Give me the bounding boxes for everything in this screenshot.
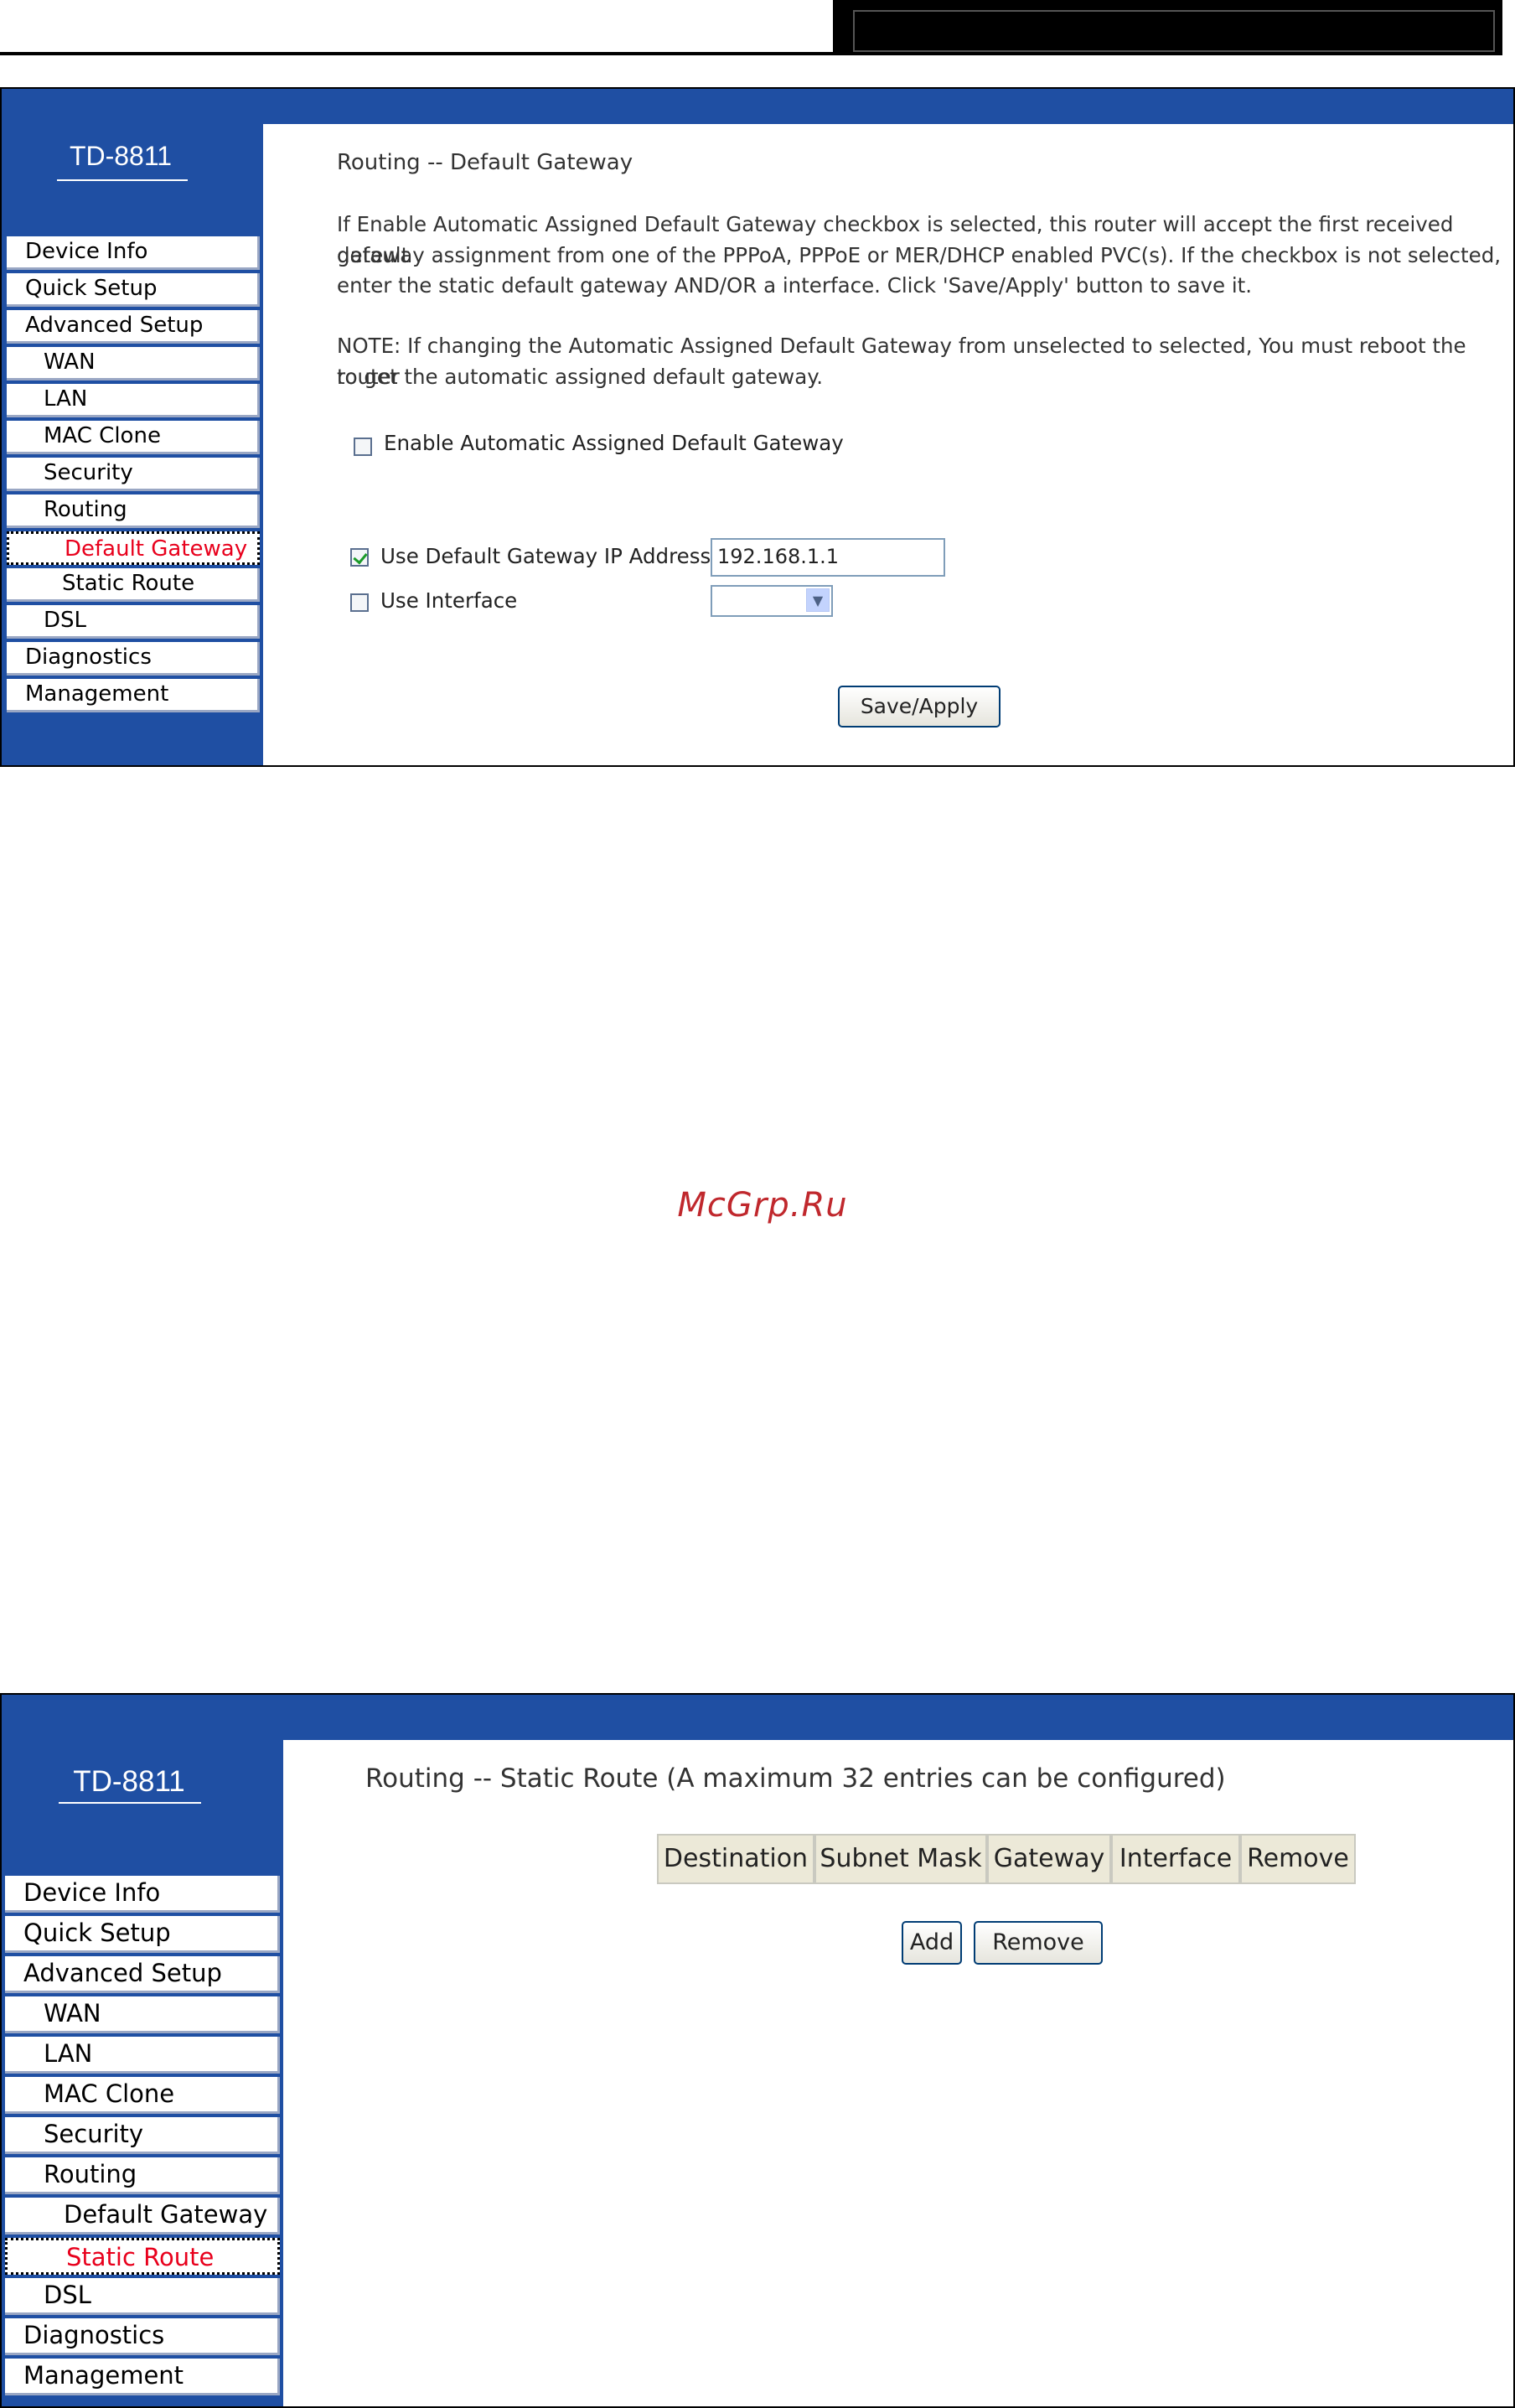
router-screen-default-gateway: TD-8811 Device Info Quick Setup Advanced S… [0, 87, 1515, 767]
sidebar-item-lan[interactable]: LAN [7, 384, 260, 417]
watermark-text: McGrp.Ru [677, 1186, 848, 1225]
sidebar-item-dsl[interactable]: DSL [7, 605, 260, 639]
sidebar-item-security[interactable]: Security [7, 458, 260, 491]
save-apply-button[interactable]: Save/Apply [838, 686, 1001, 728]
sidebar-item-device-info[interactable]: Device Info [5, 1876, 280, 1913]
remove-button[interactable]: Remove [974, 1921, 1103, 1965]
sidebar-item-routing[interactable]: Routing [7, 495, 260, 528]
sidebar-item-wan[interactable]: WAN [5, 1996, 280, 2033]
brand-logo: TD-8811 [73, 1765, 185, 1798]
auto-gateway-label: Enable Automatic Assigned Default Gatewa… [384, 431, 844, 455]
column-header-remove: Remove [1240, 1834, 1356, 1884]
sidebar-item-default-gateway[interactable]: Default Gateway [5, 2198, 280, 2235]
column-header-subnet-mask: Subnet Mask [814, 1834, 987, 1884]
sidebar-item-quick-setup[interactable]: Quick Setup [7, 273, 260, 307]
auto-gateway-checkbox[interactable] [354, 438, 372, 456]
sidebar-item-security[interactable]: Security [5, 2117, 280, 2154]
sidebar-item-static-route[interactable]: Static Route [7, 568, 260, 602]
sidebar-item-mac-clone[interactable]: MAC Clone [5, 2077, 280, 2114]
sidebar-item-diagnostics[interactable]: Diagnostics [5, 2318, 280, 2355]
logo-underline [57, 179, 188, 181]
note-line: to get the automatic assigned default ga… [337, 365, 824, 389]
add-button[interactable]: Add [902, 1921, 962, 1965]
description-line: enter the static default gateway AND/OR … [337, 273, 1253, 298]
sidebar-item-management[interactable]: Management [5, 2359, 280, 2395]
sidebar-item-dsl[interactable]: DSL [5, 2278, 280, 2315]
sidebar-item-static-route[interactable]: Static Route [5, 2238, 280, 2275]
use-gateway-ip-label: Use Default Gateway IP Address [380, 544, 711, 568]
chevron-down-icon[interactable]: ▼ [806, 588, 830, 612]
sidebar-item-advanced-setup[interactable]: Advanced Setup [5, 1956, 280, 1993]
column-header-destination: Destination [657, 1834, 814, 1884]
gateway-ip-input[interactable]: 192.168.1.1 [711, 538, 945, 577]
sidebar-item-advanced-setup[interactable]: Advanced Setup [7, 310, 260, 344]
router-screen-static-route: TD-8811 Device Info Quick Setup Advanced S… [0, 1693, 1515, 2408]
sidebar-item-management[interactable]: Management [7, 679, 260, 712]
brand-logo: TD-8811 [69, 141, 173, 171]
description-line: gateway assignment from one of the PPPoA… [337, 243, 1502, 267]
sidebar-item-routing[interactable]: Routing [5, 2157, 280, 2194]
sidebar-item-lan[interactable]: LAN [5, 2037, 280, 2074]
use-gateway-ip-checkbox[interactable] [350, 548, 369, 567]
sidebar-item-device-info[interactable]: Device Info [7, 236, 260, 270]
sidebar-item-mac-clone[interactable]: MAC Clone [7, 421, 260, 454]
column-header-gateway: Gateway [987, 1834, 1111, 1884]
use-interface-checkbox[interactable] [350, 593, 369, 612]
column-header-interface: Interface [1111, 1834, 1240, 1884]
sidebar-item-quick-setup[interactable]: Quick Setup [5, 1916, 280, 1953]
interface-select[interactable]: ▼ [711, 585, 833, 617]
logo-underline [59, 1802, 201, 1804]
sidebar-item-default-gateway[interactable]: Default Gateway [7, 531, 260, 565]
use-interface-label: Use Interface [380, 588, 518, 613]
page-header-block-inner [853, 10, 1495, 52]
sidebar-item-wan[interactable]: WAN [7, 347, 260, 381]
page-title: Routing -- Default Gateway [337, 150, 633, 175]
page-title: Routing -- Static Route (A maximum 32 en… [365, 1763, 1226, 1794]
sidebar-item-diagnostics[interactable]: Diagnostics [7, 642, 260, 676]
